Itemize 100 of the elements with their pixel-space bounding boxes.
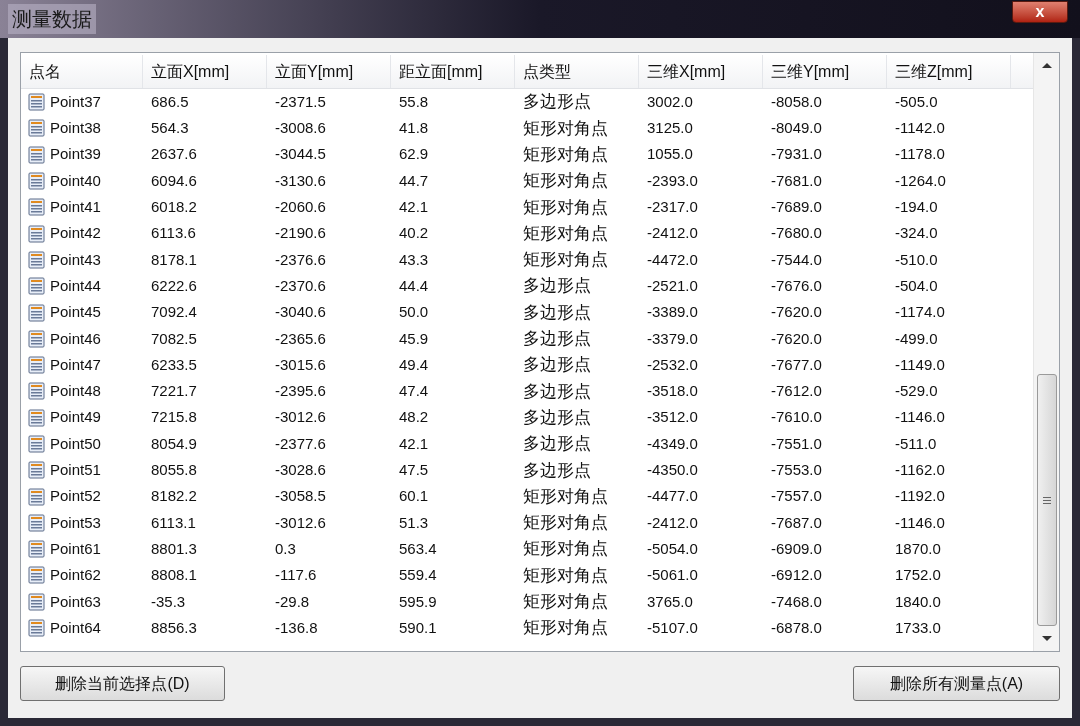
column-header[interactable]: 三维X[mm] — [647, 59, 726, 84]
table-cell-text: -2370.6 — [275, 275, 326, 296]
table-cell-text: 多边形点 — [523, 275, 591, 298]
table-cell-text: -7544.0 — [771, 249, 822, 270]
table-cell-text: Point40 — [50, 170, 101, 191]
table-cell-text: Point61 — [50, 538, 101, 559]
table-cell-text: -3028.6 — [275, 460, 326, 481]
table-cell-text: -7551.0 — [771, 433, 822, 454]
table-cell-text: -5107.0 — [647, 617, 698, 638]
table-cell-text: 44.7 — [399, 170, 429, 191]
scroll-up-icon[interactable] — [1041, 63, 1052, 68]
table-cell-text: -2060.6 — [275, 197, 326, 218]
table-cell-text: 686.5 — [151, 91, 189, 112]
table-cell-text: 40.2 — [399, 223, 429, 244]
table-cell-text: -3040.6 — [275, 302, 326, 323]
table-cell-text: -7676.0 — [771, 275, 822, 296]
table-cell-text: -3512.0 — [647, 407, 698, 428]
list-icon — [28, 250, 45, 269]
table-cell-text: 矩形对角点 — [523, 196, 608, 219]
table-cell-text: -194.0 — [895, 197, 938, 218]
table-cell-text: 41.8 — [399, 118, 429, 139]
table-cell-text: 8808.1 — [151, 565, 197, 586]
column-header[interactable]: 立面Y[mm] — [275, 59, 354, 84]
table-cell-text: -2371.5 — [275, 91, 326, 112]
table-cell-text: -3015.6 — [275, 354, 326, 375]
table-cell-text: -2377.6 — [275, 433, 326, 454]
table-cell-text: -2376.6 — [275, 249, 326, 270]
table-cell-text: -2532.0 — [647, 354, 698, 375]
table-cell-text: 47.5 — [399, 460, 429, 481]
table-cell-text: 矩形对角点 — [523, 538, 608, 561]
table-cell-text: 559.4 — [399, 565, 437, 586]
list-icon — [28, 461, 45, 480]
table-cell-text: 多边形点 — [523, 406, 591, 429]
table-cell-text: -3008.6 — [275, 118, 326, 139]
table-cell-text: -499.0 — [895, 328, 938, 349]
table-cell-text: 563.4 — [399, 538, 437, 559]
table-cell-text: 590.1 — [399, 617, 437, 638]
column-header[interactable]: 立面X[mm] — [151, 59, 230, 84]
table-cell-text: 42.1 — [399, 197, 429, 218]
table-cell-text: 多边形点 — [523, 328, 591, 351]
list-icon — [28, 382, 45, 401]
table-cell-text: -510.0 — [895, 249, 938, 270]
table-cell-text: 矩形对角点 — [523, 564, 608, 587]
scrollbar-thumb[interactable] — [1036, 374, 1057, 626]
table-cell-text: 1733.0 — [895, 617, 941, 638]
table-cell-text: -35.3 — [151, 591, 186, 612]
table-cell-text: -3389.0 — [647, 302, 698, 323]
list-icon — [28, 566, 45, 585]
window-title: 测量数据 — [8, 4, 96, 34]
table-cell-text: 矩形对角点 — [523, 591, 608, 614]
table-cell-text: -136.8 — [275, 617, 318, 638]
table-cell-text: 矩形对角点 — [523, 485, 608, 508]
list-icon — [28, 487, 45, 506]
column-header[interactable]: 点名 — [29, 59, 61, 84]
table-cell-text: -5054.0 — [647, 538, 698, 559]
table-cell-text: -8058.0 — [771, 91, 822, 112]
close-button[interactable]: x — [1012, 1, 1068, 23]
table-cell-text: 多边形点 — [523, 459, 591, 482]
delete-all-button[interactable]: 删除所有测量点(A) — [853, 666, 1060, 701]
table-cell-text: Point64 — [50, 617, 101, 638]
list-icon — [28, 619, 45, 638]
table-cell-text: -1149.0 — [895, 354, 945, 375]
column-header[interactable]: 三维Y[mm] — [771, 59, 850, 84]
list-icon — [28, 303, 45, 322]
list-icon — [28, 145, 45, 164]
table-cell-text: -3044.5 — [275, 144, 326, 165]
table-cell-text: 50.0 — [399, 302, 429, 323]
table-cell-text: -2393.0 — [647, 170, 698, 191]
table-cell-text: Point44 — [50, 275, 101, 296]
table-cell-text: 矩形对角点 — [523, 144, 608, 166]
table-cell-text: -529.0 — [895, 381, 938, 402]
table-cell-text: 多边形点 — [523, 354, 591, 377]
list-icon — [28, 172, 45, 191]
table-cell-text: -1264.0 — [895, 170, 946, 191]
column-header[interactable]: 点类型 — [523, 59, 571, 84]
table-cell-text: -6909.0 — [771, 538, 822, 559]
table-cell-text: Point39 — [50, 144, 101, 165]
table-cell-text: Point51 — [50, 460, 101, 481]
list-icon — [28, 198, 45, 217]
table-cell-text: -8049.0 — [771, 118, 822, 139]
table-cell-text: 8182.2 — [151, 486, 197, 507]
column-header[interactable]: 三维Z[mm] — [895, 59, 973, 84]
scroll-down-icon[interactable] — [1041, 636, 1052, 641]
table-cell-text: -1192.0 — [895, 486, 945, 507]
table-cell-text: -3130.6 — [275, 170, 326, 191]
table-cell-text: -2412.0 — [647, 512, 698, 533]
scrollbar[interactable] — [1033, 53, 1059, 651]
table-cell-text: -3012.6 — [275, 512, 326, 533]
table-cell-text: Point45 — [50, 302, 101, 323]
table-cell-text: -7687.0 — [771, 512, 822, 533]
table-cell-text: 7221.7 — [151, 381, 197, 402]
table-cell-text: 矩形对角点 — [523, 222, 608, 245]
table-cell-text: Point63 — [50, 591, 101, 612]
table-cell-text: -511.0 — [895, 433, 937, 454]
delete-selected-button[interactable]: 删除当前选择点(D) — [20, 666, 225, 701]
table-cell-text: Point41 — [50, 197, 101, 218]
table-cell-text: Point38 — [50, 118, 101, 139]
column-header[interactable]: 距立面[mm] — [399, 59, 483, 84]
table-cell-text: 1840.0 — [895, 591, 941, 612]
table-cell-text: -6878.0 — [771, 617, 822, 638]
